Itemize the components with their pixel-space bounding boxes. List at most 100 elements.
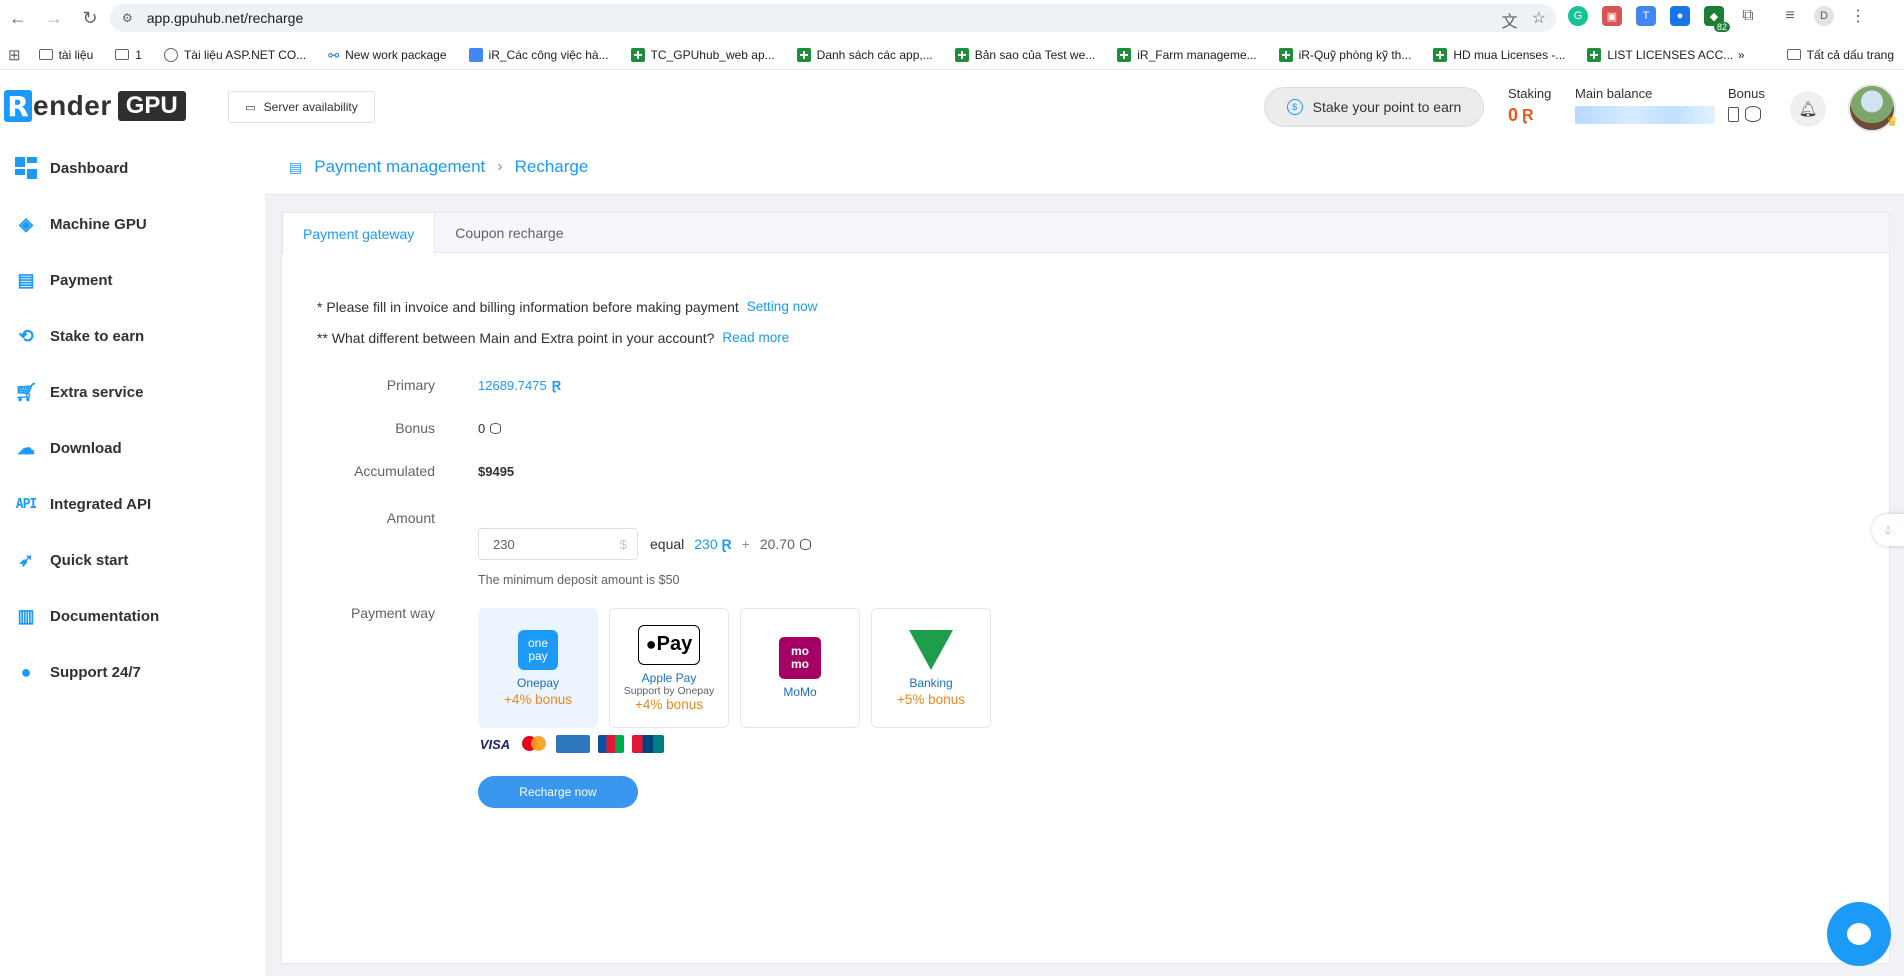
extension-badge: 82 xyxy=(1713,22,1730,32)
sidebar-item-label: Stake to earn xyxy=(50,327,145,345)
equal-bonus: 20.70 xyxy=(760,536,811,552)
payment-banking[interactable]: Banking +5% bonus xyxy=(871,608,991,728)
sheet-icon xyxy=(630,47,645,62)
payment-onepay[interactable]: one pay Onepay +4% bonus xyxy=(478,608,598,728)
sidebar-item-download[interactable]: ☁ Download xyxy=(0,420,265,476)
bookmark-item[interactable]: Bản sao của Test we... xyxy=(954,47,1095,62)
url-text[interactable]: app.gpuhub.net/recharge xyxy=(147,10,303,26)
bookmark-item[interactable]: TC_GPUhub_web ap... xyxy=(630,47,775,62)
chat-bubble-icon xyxy=(1847,923,1871,945)
billing-note: * Please fill in invoice and billing inf… xyxy=(317,299,817,315)
mastercard-logo xyxy=(520,735,548,753)
apple-icon: ● xyxy=(645,634,657,654)
chevron-double-right-icon[interactable]: » xyxy=(1738,48,1745,62)
all-bookmarks[interactable]: Tất cả dấu trang xyxy=(1807,48,1894,62)
amount-conversion: equal 230 Ɽ + 20.70 xyxy=(650,536,811,552)
sidebar-item-machine-gpu[interactable]: ◈ Machine GPU xyxy=(0,196,265,252)
breadcrumb-parent[interactable]: Payment management xyxy=(314,157,485,177)
logo-gpu: GPU xyxy=(117,91,186,121)
tab-payment-gateway[interactable]: Payment gateway xyxy=(282,213,436,254)
user-avatar[interactable]: ♛ xyxy=(1848,84,1898,132)
irender-logo[interactable]: R ender GPU xyxy=(4,90,186,123)
payment-momo[interactable]: mo mo MoMo xyxy=(740,608,860,728)
bookmark-item[interactable]: Danh sách các app,... xyxy=(796,47,933,62)
sidebar-item-label: Integrated API xyxy=(50,495,152,513)
points-note: ** What different between Main and Extra… xyxy=(317,330,789,346)
primary-amount: 12689.7475 xyxy=(478,378,547,393)
layers-icon: ◈ xyxy=(19,213,33,234)
bookmark-item[interactable]: tài liệu xyxy=(38,48,93,62)
apps-grid-icon[interactable]: ⊞ xyxy=(8,46,21,64)
reload-icon[interactable]: ↻ xyxy=(72,0,108,36)
sidebar-item-stake-to-earn[interactable]: ⟲ Stake to earn xyxy=(0,308,265,364)
setting-now-link[interactable]: Setting now xyxy=(747,299,818,315)
grammarly-icon[interactable]: G xyxy=(1568,6,1588,26)
sidebar-item-quick-start[interactable]: ➶ Quick start xyxy=(0,532,265,588)
payment-apple-pay[interactable]: ● Pay Apple Pay Support by Onepay +4% bon… xyxy=(609,608,729,728)
momo-logo: mo mo xyxy=(779,637,821,679)
address-bar[interactable]: ⚙ app.gpuhub.net/recharge 文 ☆ xyxy=(110,4,1556,32)
app-header: R ender GPU ▭ Server availability $ Stak… xyxy=(0,80,1904,140)
amex-logo xyxy=(556,735,590,753)
read-more-link[interactable]: Read more xyxy=(722,330,789,346)
bookmark-item[interactable]: 1 xyxy=(115,48,142,62)
drop-extension-icon[interactable]: ● xyxy=(1670,6,1690,26)
tab-coupon-recharge[interactable]: Coupon recharge xyxy=(435,213,583,253)
bell-icon[interactable]: 🔔︎ xyxy=(1790,91,1826,127)
server-availability-button[interactable]: ▭ Server availability xyxy=(228,91,375,123)
coin-stack-icon xyxy=(799,538,811,550)
sidebar-item-extra-service[interactable]: 🛒︎ Extra service xyxy=(0,364,265,420)
main-content: ▤ Payment management › Recharge Payment … xyxy=(265,140,1904,976)
amount-input[interactable]: 230 $ xyxy=(478,528,638,560)
sidebar-item-integrated-api[interactable]: API Integrated API xyxy=(0,476,265,532)
drop-helper-icon[interactable]: 💧︎ xyxy=(1872,514,1904,546)
forward-icon[interactable]: → xyxy=(36,0,72,36)
translate-extension-icon[interactable]: T xyxy=(1636,6,1656,26)
sidebar-item-support[interactable]: ● Support 24/7 xyxy=(0,644,265,700)
recharge-now-button[interactable]: Recharge now xyxy=(478,776,638,808)
sidebar-item-label: Quick start xyxy=(50,551,129,569)
translate-icon[interactable]: 文 xyxy=(1502,8,1518,32)
banking-bonus: +5% bonus xyxy=(897,691,965,707)
bookmark-item[interactable]: Tài liệu ASP.NET CO... xyxy=(163,47,306,62)
bookmark-item[interactable]: iR_Farm manageme... xyxy=(1117,47,1257,62)
bookmark-item[interactable]: HD mua Licenses -... xyxy=(1433,47,1565,62)
bookmark-label: iR_Farm manageme... xyxy=(1137,47,1257,62)
server-availability-label: Server availability xyxy=(263,100,358,114)
sidebar-item-label: Support 24/7 xyxy=(50,663,141,681)
media-icon[interactable]: ≡ xyxy=(1780,6,1800,26)
stake-button[interactable]: $ Stake your point to earn xyxy=(1264,87,1484,127)
bookmark-item[interactable]: ⚯ New work package xyxy=(328,48,446,63)
screenshot-extension-icon[interactable]: ▣ xyxy=(1602,6,1622,26)
puzzle-icon[interactable]: ⧉ xyxy=(1738,6,1758,26)
menu-icon[interactable]: ⋮ xyxy=(1848,6,1868,26)
chat-widget-button[interactable] xyxy=(1827,902,1891,966)
main-balance-blurred xyxy=(1575,106,1715,124)
monitor-icon: ▭ xyxy=(245,101,256,114)
bookmark-label: iR-Quỹ phòng kỹ th... xyxy=(1298,47,1412,62)
crown-icon: ♛ xyxy=(1886,114,1898,129)
ir-point-icon: Ɽ xyxy=(551,378,562,393)
sidebar-item-documentation[interactable]: ▥ Documentation xyxy=(0,588,265,644)
sidebar-item-payment[interactable]: ▤ Payment xyxy=(0,252,265,308)
card-brands: VISA xyxy=(478,735,664,753)
bookmarks-bar: ⊞ tài liệu 1 Tài liệu ASP.NET CO... ⚯ New… xyxy=(0,40,1904,70)
bonus-value-icon xyxy=(1728,106,1739,122)
bookmark-item[interactable]: iR_Các công việc hà... xyxy=(468,47,609,62)
momo-name: MoMo xyxy=(783,685,817,699)
bookmark-star-icon[interactable]: ☆ xyxy=(1532,8,1546,32)
coin-stack-icon xyxy=(1745,106,1761,122)
bonus-form-value: 0 xyxy=(478,421,502,436)
shield-extension-icon[interactable]: ◆ 82 xyxy=(1704,6,1730,32)
primary-value: 12689.7475 Ɽ xyxy=(478,378,561,393)
dashboard-icon xyxy=(14,156,38,180)
momo-logo-line2: mo xyxy=(791,657,809,671)
bookmark-item[interactable]: iR-Quỹ phòng kỹ th... xyxy=(1278,47,1412,62)
sheet-icon xyxy=(796,47,811,62)
sidebar-item-dashboard[interactable]: Dashboard xyxy=(0,140,265,196)
bookmark-item[interactable]: LIST LICENSES ACC... xyxy=(1587,47,1733,62)
site-info-icon[interactable]: ⚙ xyxy=(122,11,133,25)
back-icon[interactable]: ← xyxy=(0,0,36,36)
equal-points-value: 230 xyxy=(694,536,718,552)
profile-avatar[interactable]: D xyxy=(1814,6,1834,26)
